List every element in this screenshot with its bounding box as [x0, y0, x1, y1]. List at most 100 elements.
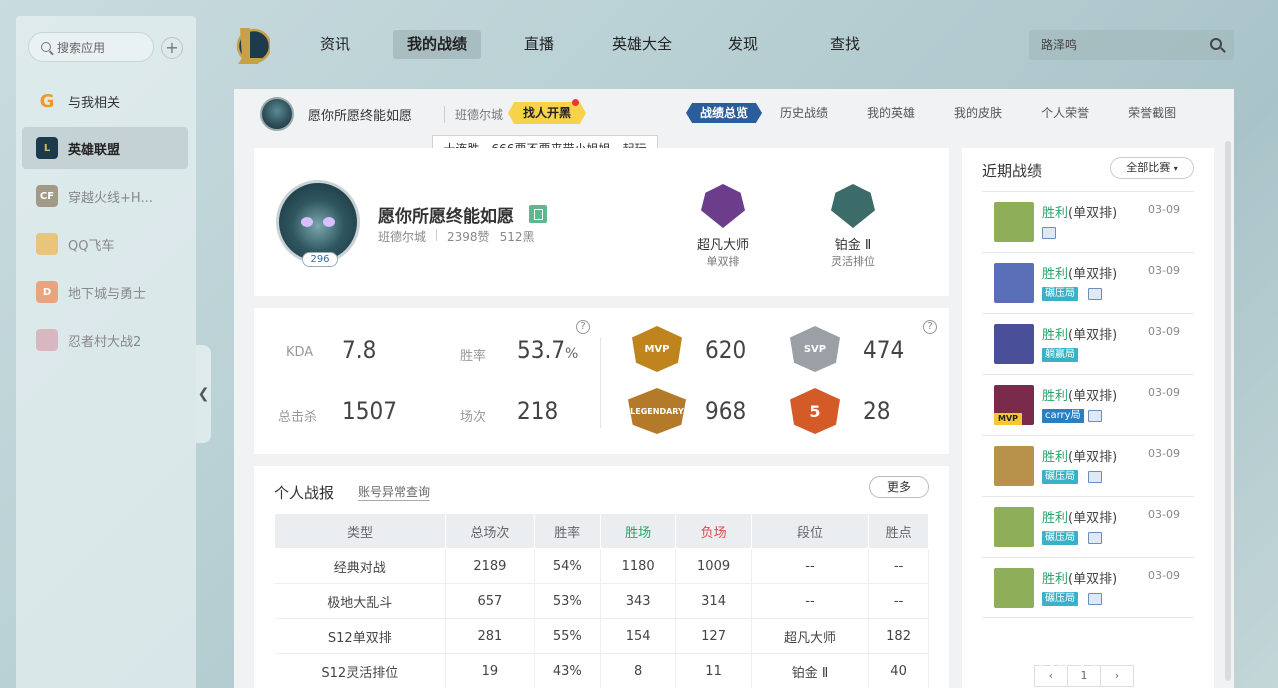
table-row[interactable]: S12单双排 281 55% 154 127 超凡大师 182 — [274, 618, 929, 654]
match-date: 03-09 — [1148, 203, 1180, 216]
lol-logo-icon[interactable] — [234, 24, 270, 66]
match-result: 胜利(单双排) — [1042, 324, 1117, 343]
image-icon[interactable] — [1088, 593, 1102, 605]
match-item[interactable]: 胜利(单双排) 03-09 碾压局 — [982, 435, 1194, 496]
cell: 超凡大师 — [751, 618, 870, 654]
image-icon[interactable] — [1088, 471, 1102, 483]
add-app-button[interactable]: + — [161, 37, 183, 59]
match-date: 03-09 — [1148, 386, 1180, 399]
col-type: 类型 — [273, 513, 447, 549]
cell: 1180 — [600, 548, 677, 584]
cell: 经典对战 — [274, 548, 447, 584]
match-item[interactable]: 胜利(单双排) 03-09 — [982, 191, 1194, 252]
match-item[interactable]: 胜利(单双排) 03-09 躺赢局 — [982, 313, 1194, 374]
summoner-name: 愿你所愿终能如愿 — [308, 109, 413, 124]
pentakill-count: 28 — [863, 397, 891, 425]
match-tag: 躺赢局 — [1042, 348, 1078, 362]
tab-history[interactable]: 历史战绩 — [780, 103, 828, 123]
match-item[interactable]: 胜利(单双排) 03-09 碾压局 — [982, 557, 1194, 618]
help-icon[interactable]: ? — [923, 320, 937, 334]
match-item[interactable]: MVP 胜利(单双排) 03-09 carry局 — [982, 374, 1194, 435]
search-icon[interactable] — [1210, 38, 1222, 50]
nav-heroes[interactable]: 英雄大全 — [598, 30, 686, 59]
lol-icon: L — [36, 137, 58, 159]
kda-label: KDA — [286, 345, 314, 360]
sidebar-item-dnf[interactable]: D 地下城与勇士 — [22, 271, 188, 313]
avatar[interactable] — [260, 97, 294, 131]
cell: -- — [868, 548, 929, 584]
tab-overview[interactable]: 战绩总览 — [686, 103, 763, 123]
tab-honor-screenshots[interactable]: 荣誉截图 — [1128, 103, 1176, 123]
flex-rank[interactable]: 铂金 Ⅱ 灵活排位 — [813, 184, 893, 269]
queue-text: (单双排) — [1068, 511, 1118, 526]
app-search-placeholder: 搜索应用 — [57, 40, 106, 55]
tab-my-skins[interactable]: 我的皮肤 — [954, 103, 1002, 123]
cell: 43% — [534, 653, 601, 688]
sub-header: 愿你所愿终能如愿 班德尔城 找人开黑 十连胜，666要不要来带小姐姐一起玩 战绩… — [234, 89, 1234, 163]
player-search-input[interactable]: 路泽鸣 — [1029, 30, 1234, 60]
image-icon[interactable] — [1088, 410, 1102, 422]
image-icon[interactable] — [1088, 288, 1102, 300]
queue-text: (单双排) — [1068, 389, 1118, 404]
level-badge: 296 — [302, 252, 338, 267]
report-table: 类型 总场次 胜率 胜场 负场 段位 胜点 经典对战 2189 54% 1180 100… — [273, 513, 929, 688]
mvp-badge-icon: MVP — [632, 326, 682, 372]
match-item[interactable]: 胜利(单双排) 03-09 碾压局 — [982, 496, 1194, 557]
solo-rank[interactable]: 超凡大师 单双排 — [683, 184, 763, 269]
profile-likes: 2398赞 — [447, 230, 490, 244]
nav-live[interactable]: 直播 — [510, 30, 568, 59]
match-result: 胜利(单双排) — [1042, 263, 1117, 282]
cell: -- — [751, 583, 870, 619]
next-page-button[interactable]: › — [1100, 665, 1134, 687]
col-losses: 负场 — [675, 513, 752, 549]
nav-my-record[interactable]: 我的战绩 — [393, 30, 482, 59]
sidebar-item-label: 忍者村大战2 — [68, 334, 142, 350]
search-icon — [41, 42, 51, 52]
cell: 1009 — [675, 548, 752, 584]
rank-name: 铂金 Ⅱ — [834, 238, 872, 253]
sidebar-item-ninja[interactable]: 忍者村大战2 — [22, 319, 188, 361]
table-row[interactable]: 极地大乱斗 657 53% 343 314 -- -- — [274, 583, 929, 619]
nav-news[interactable]: 资讯 — [306, 30, 364, 59]
help-icon[interactable]: ? — [576, 320, 590, 334]
games-value: 218 — [517, 397, 559, 425]
nav-lookup[interactable]: 查找 — [816, 30, 874, 59]
match-date: 03-09 — [1148, 264, 1180, 277]
sidebar-item-label: 英雄联盟 — [68, 142, 121, 158]
cell: 8 — [600, 653, 677, 688]
recent-title: 近期战绩 — [982, 162, 1043, 180]
cf-icon: CF — [36, 185, 58, 207]
top-navigation: 资讯 我的战绩 直播 英雄大全 发现 查找 路泽鸣 — [230, 22, 1234, 68]
pentakill-badge-icon: 5 — [790, 388, 840, 434]
account-check-link[interactable]: 账号异常查询 — [358, 485, 431, 501]
sidebar-item-lol[interactable]: L 英雄联盟 — [22, 127, 188, 169]
image-icon[interactable] — [1088, 532, 1102, 544]
scrollbar[interactable] — [1225, 141, 1231, 681]
collapse-sidebar-button[interactable]: ❮ — [196, 345, 211, 443]
champion-icon — [994, 568, 1034, 608]
match-item[interactable]: 胜利(单双排) 03-09 碾压局 — [982, 252, 1194, 313]
stats-card: KDA 7.8 胜率 53.7 % ? 总击杀 1507 场次 218 MVP … — [254, 308, 949, 454]
sidebar-item-cf[interactable]: CF 穿越火线+H... — [22, 175, 188, 217]
kills-label: 总击杀 — [278, 410, 318, 425]
sidebar-item-related[interactable]: G 与我相关 — [22, 80, 188, 122]
cell: S12灵活排位 — [274, 653, 447, 688]
image-icon[interactable] — [1042, 227, 1056, 239]
tab-honors[interactable]: 个人荣誉 — [1041, 103, 1089, 123]
champion-icon — [994, 507, 1034, 547]
match-result: 胜利(单双排) — [1042, 385, 1117, 404]
copy-icon[interactable] — [529, 205, 547, 223]
col-winrate: 胜率 — [533, 513, 601, 549]
tab-my-heroes[interactable]: 我的英雄 — [867, 103, 915, 123]
app-search-input[interactable]: 搜索应用 — [28, 32, 154, 62]
nav-discover[interactable]: 发现 — [714, 30, 772, 59]
legendary-count: 968 — [705, 397, 747, 425]
games-label: 场次 — [460, 410, 487, 425]
table-header: 类型 总场次 胜率 胜场 负场 段位 胜点 — [273, 513, 929, 549]
col-wins: 胜场 — [599, 513, 677, 549]
table-row[interactable]: S12灵活排位 19 43% 8 11 铂金 Ⅱ 40 — [274, 653, 929, 688]
more-button[interactable]: 更多 — [869, 476, 929, 498]
sidebar-item-qqspeed[interactable]: QQ飞车 — [22, 223, 188, 265]
table-row[interactable]: 经典对战 2189 54% 1180 1009 -- -- — [274, 548, 929, 584]
match-filter-dropdown[interactable]: 全部比赛 ▾ — [1110, 157, 1194, 179]
